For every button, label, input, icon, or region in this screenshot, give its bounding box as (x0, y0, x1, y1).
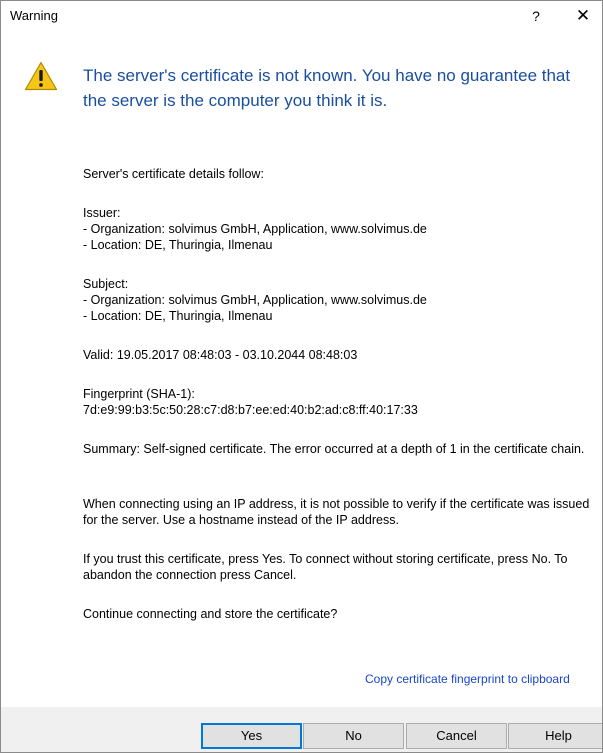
fingerprint-label: Fingerprint (SHA-1): (83, 387, 195, 401)
details-intro: Server's certificate details follow: (83, 167, 264, 181)
subject-label: Subject: (83, 277, 129, 291)
subject-organization: - Organization: solvimus GmbH, Applicati… (83, 293, 427, 307)
continue-question: Continue connecting and store the certif… (83, 607, 338, 621)
help-button[interactable]: Help (508, 723, 602, 749)
issuer-location: - Location: DE, Thuringia, Ilmenau (83, 238, 273, 252)
window-title: Warning (10, 8, 58, 23)
warning-dialog: Warning ? ✕ The server's certificate is … (0, 0, 603, 753)
help-icon[interactable]: ? (518, 3, 554, 29)
no-button[interactable]: No (303, 723, 404, 749)
subject-location: - Location: DE, Thuringia, Ilmenau (83, 309, 273, 323)
warning-icon (24, 61, 58, 91)
trust-instructions: If you trust this certificate, press Yes… (83, 552, 568, 582)
issuer-label: Issuer: (83, 206, 121, 220)
summary-text: Summary: Self-signed certificate. The er… (83, 442, 585, 456)
ip-address-note: When connecting using an IP address, it … (83, 497, 590, 527)
validity-period: Valid: 19.05.2017 08:48:03 - 03.10.2044 … (83, 348, 358, 362)
title-bar: Warning ? ✕ (1, 1, 602, 31)
close-icon[interactable]: ✕ (565, 3, 601, 29)
yes-button[interactable]: Yes (201, 723, 302, 749)
fingerprint-value: 7d:e9:99:b3:5c:50:28:c7:d8:b7:ee:ed:40:b… (83, 403, 418, 417)
issuer-organization: - Organization: solvimus GmbH, Applicati… (83, 222, 427, 236)
cancel-button[interactable]: Cancel (406, 723, 507, 749)
warning-headline: The server's certificate is not known. Y… (83, 66, 571, 110)
copy-fingerprint-link[interactable]: Copy certificate fingerprint to clipboar… (365, 672, 570, 686)
